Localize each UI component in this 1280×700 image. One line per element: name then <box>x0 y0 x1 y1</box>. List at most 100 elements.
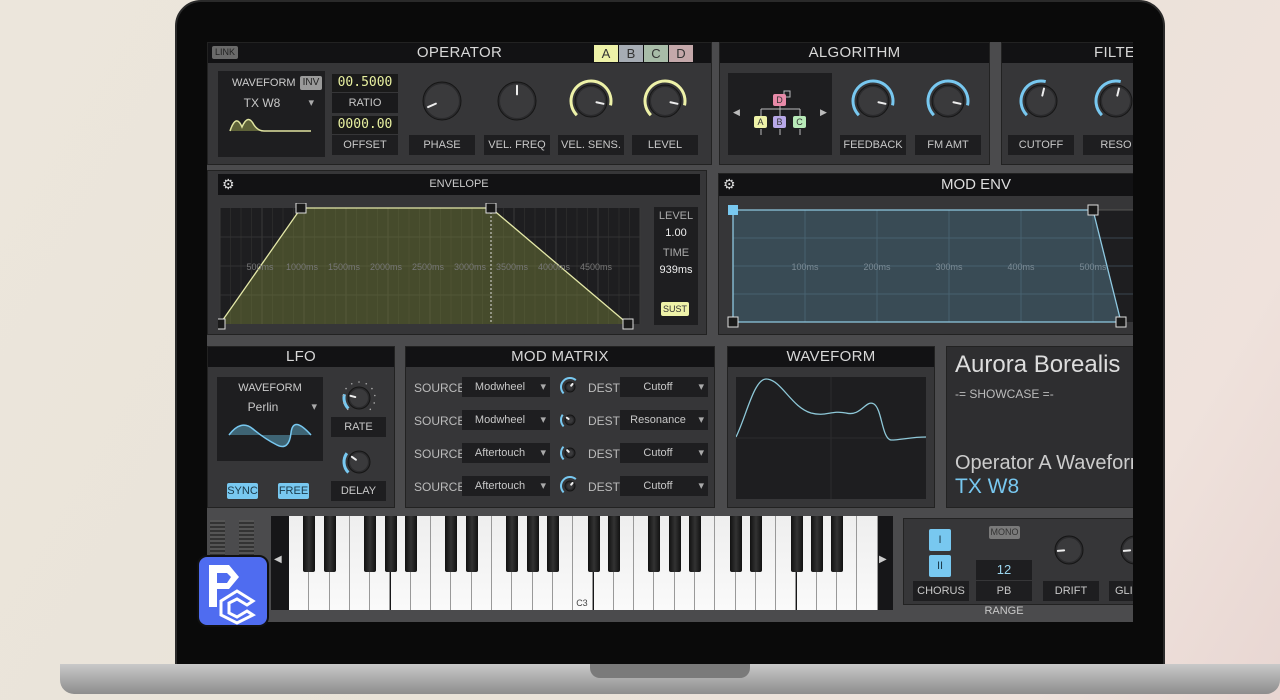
resonance-label: RESO <box>1083 135 1133 155</box>
mod-source-select[interactable]: Modwheel <box>462 410 550 430</box>
envelope-node[interactable] <box>485 203 497 214</box>
mod-env-panel: ⚙ MOD ENV 100ms 200ms 300ms 400ms 500ms <box>718 173 1133 335</box>
mod-env-node[interactable] <box>1115 316 1127 328</box>
mono-button[interactable]: MONO <box>989 526 1020 539</box>
mod-dest-select[interactable]: Cutoff <box>620 377 708 397</box>
black-key[interactable] <box>648 516 661 572</box>
phase-knob[interactable] <box>420 79 464 128</box>
lfo-title: LFO <box>208 347 394 367</box>
invert-button[interactable]: INV <box>300 76 322 90</box>
lfo-waveform-select[interactable]: Perlin <box>217 397 321 417</box>
pb-range-label: PB RANGE <box>976 581 1032 617</box>
sustain-button[interactable]: SUST <box>661 302 689 316</box>
performance-panel: I II CHORUS MONO 12 PB RANGE DRIFT GLIDE <box>903 518 1133 617</box>
mod-dest-label: DEST <box>588 414 621 428</box>
envelope-graph[interactable]: 500ms 1000ms 1500ms 2000ms 2500ms 3000ms 3500m… <box>218 203 654 331</box>
lfo-delay-knob[interactable] <box>342 445 376 484</box>
black-key[interactable] <box>303 516 316 572</box>
tab-operator-d[interactable]: D <box>669 45 693 62</box>
black-key[interactable] <box>689 516 701 572</box>
mod-env-node[interactable] <box>1087 204 1099 216</box>
envelope-node[interactable] <box>295 203 307 214</box>
black-key[interactable] <box>790 516 803 572</box>
mod-source-select[interactable]: Aftertouch <box>462 443 550 463</box>
operator-panel: OPERATOR LINK A B C D WAVEFORM INV TX W8… <box>207 42 712 165</box>
black-key[interactable] <box>749 516 762 572</box>
mod-amount-knob[interactable] <box>559 442 581 469</box>
feedback-knob[interactable] <box>851 79 895 128</box>
parameter-value: TX W8 <box>955 475 1020 498</box>
cutoff-knob[interactable] <box>1019 79 1063 128</box>
black-key[interactable] <box>831 516 844 572</box>
waveform-view-title: WAVEFORM <box>728 347 934 367</box>
vel-freq-knob[interactable] <box>495 79 539 128</box>
envelope-tick-label: 1000ms <box>286 262 319 272</box>
mod-amount-knob[interactable] <box>559 376 581 403</box>
link-button[interactable]: LINK <box>212 46 238 59</box>
black-key[interactable] <box>323 516 336 572</box>
preset-category: -= SHOWCASE =- <box>955 387 1054 401</box>
black-key[interactable] <box>404 516 417 572</box>
black-key[interactable] <box>445 516 458 572</box>
glide-knob[interactable] <box>1118 533 1133 572</box>
pitch-wheel[interactable] <box>210 520 225 560</box>
chorus-ii-button[interactable]: II <box>929 555 951 577</box>
black-key[interactable] <box>506 516 519 572</box>
mod-env-tick-label: 200ms <box>863 262 891 272</box>
offset-value[interactable]: 0000.00 <box>332 116 398 134</box>
operator-waveform-select[interactable]: TX W8 <box>218 93 318 113</box>
level-label: LEVEL <box>632 135 698 155</box>
mod-env-node[interactable] <box>727 316 739 328</box>
resonance-knob[interactable] <box>1094 79 1133 128</box>
mod-dest-select[interactable]: Resonance <box>620 410 708 430</box>
black-key[interactable] <box>526 516 539 572</box>
ratio-value[interactable]: 00.5000 <box>332 74 398 92</box>
black-key[interactable] <box>729 516 742 572</box>
fm-amount-knob[interactable] <box>926 79 970 128</box>
mod-env-node[interactable] <box>728 205 738 215</box>
envelope-node[interactable] <box>622 318 634 330</box>
preset-name: Aurora Borealis <box>955 351 1121 378</box>
algorithm-op-b: B <box>773 116 786 128</box>
black-key[interactable] <box>364 516 377 572</box>
mod-source-label: SOURCE <box>414 447 466 461</box>
algorithm-op-c: C <box>793 116 806 128</box>
drift-knob[interactable] <box>1052 533 1086 572</box>
envelope-level-value: 1.00 <box>665 227 687 239</box>
black-key[interactable] <box>810 516 823 572</box>
envelope-node[interactable] <box>218 318 226 330</box>
black-key[interactable] <box>668 516 681 572</box>
mod-source-select[interactable]: Aftertouch <box>462 476 550 496</box>
pb-range-value[interactable]: 12 <box>976 560 1032 580</box>
tab-operator-b[interactable]: B <box>619 45 643 62</box>
mod-source-select[interactable]: Modwheel <box>462 377 550 397</box>
black-key[interactable] <box>587 516 600 572</box>
chorus-i-button[interactable]: I <box>929 529 951 551</box>
mod-amount-knob[interactable] <box>559 409 581 436</box>
mod-wheel[interactable] <box>239 520 254 560</box>
lfo-rate-knob[interactable] <box>342 381 376 420</box>
vel-freq-label: VEL. FREQ <box>484 135 550 155</box>
lfo-sync-button[interactable]: SYNC <box>227 483 258 499</box>
mod-source-label: SOURCE <box>414 414 466 428</box>
octave-down-icon[interactable]: ◀ <box>274 554 282 565</box>
mod-amount-knob[interactable] <box>559 475 581 502</box>
tab-operator-c[interactable]: C <box>644 45 668 62</box>
black-key[interactable] <box>546 516 559 572</box>
mod-env-graph[interactable]: 100ms 200ms 300ms 400ms 500ms <box>719 202 1133 332</box>
algorithm-op-a: A <box>754 116 767 128</box>
mod-dest-select[interactable]: Cutoff <box>620 476 708 496</box>
octave-up-icon[interactable]: ▶ <box>879 554 887 565</box>
black-key[interactable] <box>384 516 397 572</box>
black-key[interactable] <box>607 516 620 572</box>
white-key[interactable] <box>857 516 878 610</box>
envelope-time-label: TIME <box>662 247 690 259</box>
lfo-free-button[interactable]: FREE <box>278 483 309 499</box>
mod-dest-select[interactable]: Cutoff <box>620 443 708 463</box>
envelope-time-value: 939ms <box>659 264 693 276</box>
black-key[interactable] <box>465 516 478 572</box>
level-knob[interactable] <box>643 79 687 128</box>
vel-sens-knob[interactable] <box>569 79 613 128</box>
tab-operator-a[interactable]: A <box>594 45 618 62</box>
lfo-delay-label: DELAY <box>331 481 386 501</box>
